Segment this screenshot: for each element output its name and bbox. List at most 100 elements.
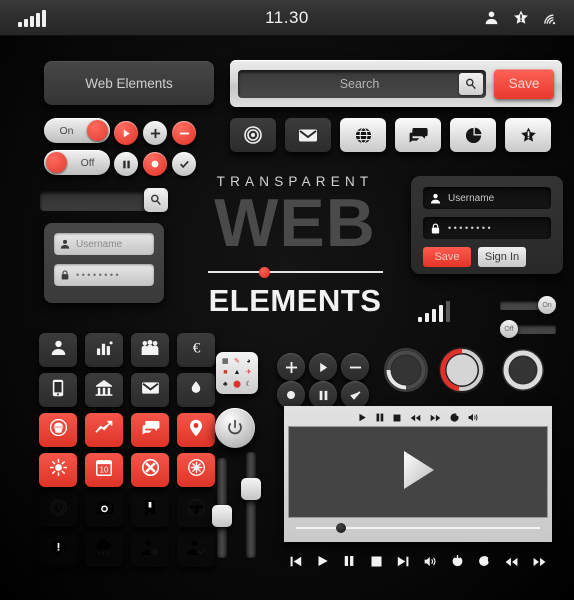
user-check-button[interactable] (177, 533, 215, 567)
volume-icon[interactable] (468, 409, 479, 427)
gear-button[interactable] (177, 453, 215, 487)
icon-palette[interactable]: ▦ ✎ ◕ ■ ▲ ✈ ♣ ⬤ ☾ (216, 352, 258, 394)
password-field[interactable]: •••••••• (423, 217, 551, 239)
building-button[interactable] (85, 373, 123, 407)
fast-forward-icon[interactable] (533, 554, 546, 572)
remove-button[interactable] (172, 121, 196, 145)
pause-button[interactable] (114, 152, 138, 176)
confirm-button[interactable] (172, 152, 196, 176)
play-icon[interactable] (358, 409, 367, 427)
add-button[interactable] (277, 353, 305, 381)
refresh-cw-icon[interactable] (478, 554, 490, 572)
star-badge-button[interactable] (505, 118, 551, 152)
chat-button[interactable] (131, 413, 169, 447)
pause-button[interactable] (309, 381, 337, 409)
search-icon[interactable] (144, 188, 168, 212)
group-button[interactable] (131, 333, 169, 367)
fast-forward-icon[interactable] (430, 409, 441, 427)
mail-button[interactable] (131, 373, 169, 407)
pie-chart-button[interactable] (450, 118, 496, 152)
user-icon[interactable] (484, 10, 499, 25)
bar-chart-button[interactable] (85, 333, 123, 367)
loop-icon[interactable] (449, 409, 459, 427)
username-field[interactable]: Username (54, 233, 154, 255)
bookmark-button[interactable] (131, 493, 169, 527)
pause-icon[interactable] (376, 409, 384, 427)
save-button[interactable]: Save (494, 68, 554, 99)
save-button[interactable]: Save (423, 247, 471, 267)
user-button[interactable] (39, 333, 77, 367)
user-delete-button[interactable] (131, 533, 169, 567)
play-button[interactable] (114, 121, 138, 145)
web-elements-button[interactable]: Web Elements (44, 61, 214, 105)
palette-cell[interactable]: ◕ (243, 356, 254, 367)
slider-knob[interactable] (241, 478, 261, 500)
target-button[interactable] (230, 118, 276, 152)
palette-cell[interactable]: ♣ (220, 379, 231, 390)
vertical-slider-right[interactable] (246, 452, 256, 558)
slider-knob[interactable] (258, 266, 270, 278)
palette-cell[interactable]: ☾ (243, 379, 254, 390)
steering-wheel-button[interactable] (177, 493, 215, 527)
toggle-switch-off[interactable]: Off (44, 150, 110, 175)
next-icon[interactable] (397, 554, 409, 572)
trend-line-button[interactable] (85, 413, 123, 447)
slider-knob[interactable]: On (538, 296, 556, 314)
toggle-knob[interactable] (46, 152, 67, 173)
progress-knob-ring[interactable] (500, 347, 546, 393)
palette-cell[interactable]: ▲ (232, 368, 243, 379)
username-field[interactable]: Username (423, 187, 551, 209)
play-icon[interactable] (398, 449, 438, 496)
add-button[interactable] (143, 121, 167, 145)
previous-icon[interactable] (290, 554, 302, 572)
palette-cell[interactable]: ■ (220, 368, 231, 379)
toggle-switch-on[interactable]: On (44, 118, 110, 143)
camera-button[interactable] (85, 493, 123, 527)
slider-knob[interactable] (212, 505, 232, 527)
stop-icon[interactable] (371, 554, 382, 572)
play-icon[interactable] (317, 554, 329, 572)
rewind-icon[interactable] (505, 554, 518, 572)
record-button[interactable] (143, 152, 167, 176)
speech-bubble-button[interactable] (39, 533, 77, 567)
chat-button[interactable] (395, 118, 441, 152)
play-button[interactable] (309, 353, 337, 381)
stop-icon[interactable] (393, 409, 401, 427)
palette-cell[interactable]: ▦ (220, 356, 231, 367)
slider-toggle-on[interactable]: On (500, 296, 562, 314)
sign-in-button[interactable]: Sign In (478, 247, 526, 267)
palette-cell[interactable]: ✎ (232, 356, 243, 367)
record-button[interactable] (277, 381, 305, 409)
progress-knob-red[interactable] (437, 345, 487, 395)
volume-icon[interactable] (424, 554, 437, 572)
slider-knob[interactable]: Off (500, 320, 518, 338)
power-button[interactable] (215, 408, 255, 448)
watch-button[interactable] (39, 493, 77, 527)
player-progress-bar[interactable] (288, 518, 548, 538)
password-field[interactable]: •••••••• (54, 264, 154, 286)
player-screen[interactable] (288, 426, 548, 518)
rewind-icon[interactable] (410, 409, 421, 427)
refresh-ccw-icon[interactable] (452, 554, 463, 572)
remove-button[interactable] (341, 353, 369, 381)
location-pin-button[interactable] (177, 413, 215, 447)
globe-button[interactable] (340, 118, 386, 152)
search-input[interactable]: Search (238, 69, 486, 98)
progress-knob-dark[interactable] (383, 347, 429, 393)
palette-cell[interactable]: ✈ (243, 368, 254, 379)
wifi-signal-icon[interactable] (543, 10, 560, 26)
droplet-button[interactable] (177, 373, 215, 407)
star-alert-icon[interactable] (513, 10, 529, 26)
pause-icon[interactable] (344, 554, 355, 572)
toggle-knob[interactable] (87, 120, 108, 141)
confirm-button[interactable] (341, 381, 369, 409)
euro-button[interactable]: € (177, 333, 215, 367)
hero-slider[interactable] (207, 266, 383, 278)
rain-cloud-button[interactable] (85, 533, 123, 567)
sun-button[interactable] (39, 453, 77, 487)
no-entry-button[interactable] (131, 453, 169, 487)
search-icon[interactable] (459, 72, 483, 95)
palette-cell[interactable]: ⬤ (232, 379, 243, 390)
slider-toggle-off[interactable]: Off (500, 320, 562, 338)
mail-button[interactable] (285, 118, 331, 152)
